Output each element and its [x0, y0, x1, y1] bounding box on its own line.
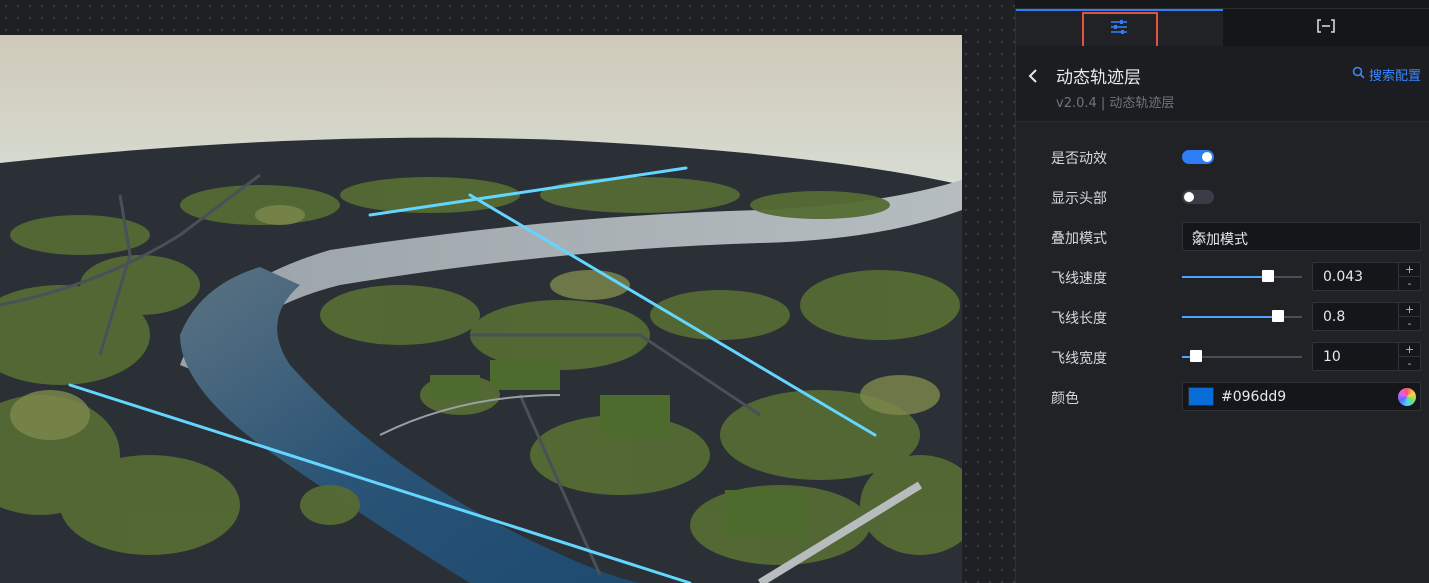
number-value: 0.043 — [1323, 269, 1364, 285]
speed-input[interactable]: 0.043 + - — [1312, 262, 1421, 291]
panel-tabs — [1016, 9, 1429, 50]
canvas-area — [0, 0, 1015, 583]
slider-thumb[interactable] — [1272, 310, 1284, 322]
speed-slider[interactable] — [1182, 270, 1302, 282]
stepper: + - — [1398, 303, 1420, 330]
animate-toggle[interactable] — [1182, 150, 1214, 164]
map-scene — [0, 35, 962, 583]
increment-button[interactable]: + — [1399, 343, 1420, 356]
number-value: 10 — [1323, 349, 1341, 365]
setting-length: 飞线长度 0.8 + - — [1016, 296, 1429, 336]
increment-button[interactable]: + — [1399, 263, 1420, 276]
updown-arrow-icon — [1192, 228, 1202, 246]
search-config-link[interactable]: 搜索配置 — [1352, 65, 1421, 84]
decrement-button[interactable]: - — [1399, 276, 1420, 290]
blend-mode-select[interactable]: 添加模式 — [1182, 222, 1421, 251]
setting-label: 飞线宽度 — [1051, 351, 1107, 367]
search-icon — [1352, 66, 1365, 83]
increment-button[interactable]: + — [1399, 303, 1420, 316]
number-value: 0.8 — [1323, 309, 1346, 325]
setting-color: 颜色 #096dd9 — [1016, 376, 1429, 416]
slider-thumb[interactable] — [1262, 270, 1274, 282]
color-wheel-icon[interactable] — [1398, 388, 1416, 406]
length-input[interactable]: 0.8 + - — [1312, 302, 1421, 331]
map-viewport[interactable] — [0, 35, 962, 583]
tab-settings[interactable] — [1016, 9, 1223, 50]
panel-subtitle: v2.0.4 | 动态轨迹层 — [1056, 96, 1175, 111]
toggle-knob — [1184, 192, 1194, 202]
width-input[interactable]: 10 + - — [1312, 342, 1421, 371]
panel-header: 动态轨迹层 v2.0.4 | 动态轨迹层 搜索配置 — [1016, 46, 1429, 122]
config-panel: 动态轨迹层 v2.0.4 | 动态轨迹层 搜索配置 是否动效 显示头部 叠加模式 — [1015, 9, 1429, 583]
width-slider[interactable] — [1182, 350, 1302, 362]
setting-label: 飞线速度 — [1051, 271, 1107, 287]
tab-highlight — [1082, 12, 1158, 50]
decrement-button[interactable]: - — [1399, 356, 1420, 370]
setting-show-head: 显示头部 — [1016, 176, 1429, 216]
search-config-label: 搜索配置 — [1368, 69, 1421, 84]
slider-fill — [1182, 316, 1278, 318]
slider-thumb[interactable] — [1190, 350, 1202, 362]
bracket-icon — [1316, 18, 1336, 37]
stepper: + - — [1398, 343, 1420, 370]
color-picker[interactable]: #096dd9 — [1182, 382, 1421, 411]
show-head-toggle[interactable] — [1182, 190, 1214, 204]
setting-speed: 飞线速度 0.043 + - — [1016, 256, 1429, 296]
setting-width: 飞线宽度 10 + - — [1016, 336, 1429, 376]
panel-title: 动态轨迹层 — [1056, 68, 1141, 88]
back-icon[interactable] — [1026, 66, 1040, 86]
color-value: #096dd9 — [1221, 389, 1287, 405]
setting-blend-mode: 叠加模式 添加模式 — [1016, 216, 1429, 256]
length-slider[interactable] — [1182, 310, 1302, 322]
stepper: + - — [1398, 263, 1420, 290]
setting-label: 叠加模式 — [1051, 231, 1107, 247]
setting-label: 颜色 — [1051, 391, 1079, 407]
setting-animate: 是否动效 — [1016, 136, 1429, 176]
setting-label: 飞线长度 — [1051, 311, 1107, 327]
tab-data[interactable] — [1223, 9, 1429, 46]
setting-label: 是否动效 — [1051, 151, 1107, 167]
toggle-knob — [1202, 152, 1212, 162]
setting-label: 显示头部 — [1051, 191, 1107, 207]
slider-fill — [1182, 276, 1268, 278]
color-swatch[interactable] — [1188, 387, 1214, 406]
decrement-button[interactable]: - — [1399, 316, 1420, 330]
